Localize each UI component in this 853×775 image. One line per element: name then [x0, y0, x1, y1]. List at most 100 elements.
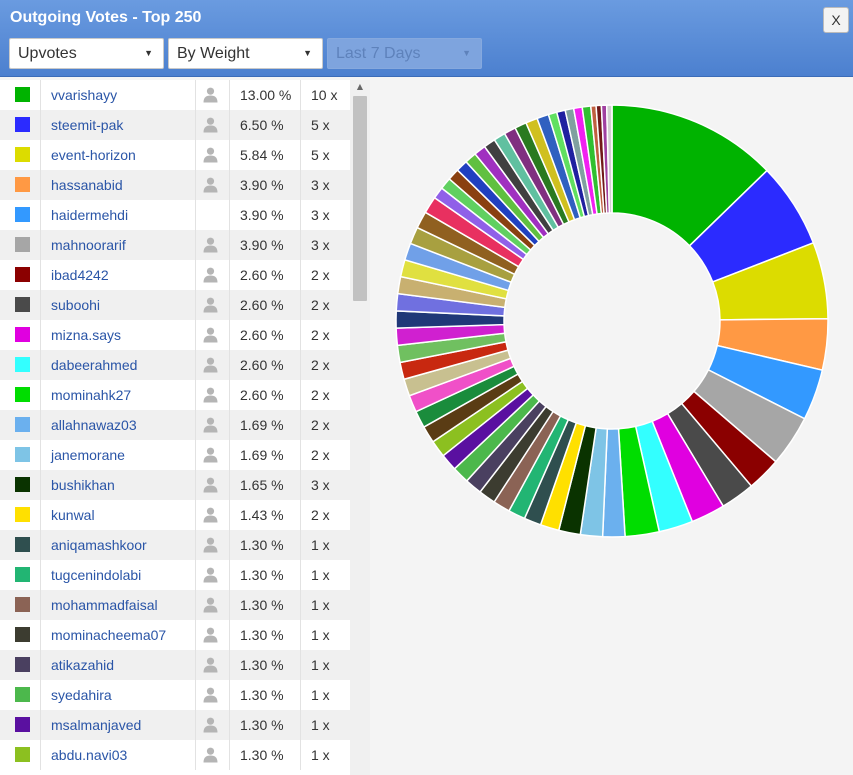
column-divider: [195, 320, 196, 350]
voter-name-link[interactable]: dabeerahmed: [51, 350, 137, 380]
user-icon[interactable]: [202, 746, 219, 763]
column-divider: [40, 740, 41, 770]
column-divider: [229, 200, 230, 230]
sort-select[interactable]: By Weight ▼: [168, 38, 323, 69]
voter-name-link[interactable]: abdu.navi03: [51, 740, 127, 770]
list-item: mohammadfaisal 1.30 % 1 x: [0, 590, 350, 620]
voter-name-link[interactable]: aniqamashkoor: [51, 530, 147, 560]
user-icon[interactable]: [202, 356, 219, 373]
column-divider: [300, 290, 301, 320]
color-swatch: [15, 567, 30, 582]
list-item: bushikhan 1.65 % 3 x: [0, 470, 350, 500]
column-divider: [40, 650, 41, 680]
user-icon[interactable]: [202, 686, 219, 703]
user-icon[interactable]: [202, 446, 219, 463]
column-divider: [229, 560, 230, 590]
column-divider: [300, 740, 301, 770]
color-swatch: [15, 627, 30, 642]
user-icon[interactable]: [202, 176, 219, 193]
column-divider: [40, 500, 41, 530]
voter-list-scrollbar[interactable]: ▲: [350, 80, 370, 775]
user-icon[interactable]: [202, 86, 219, 103]
user-icon[interactable]: [202, 476, 219, 493]
column-divider: [300, 680, 301, 710]
voter-name-link[interactable]: tugcenindolabi: [51, 560, 141, 590]
voter-name-link[interactable]: steemit-pak: [51, 110, 123, 140]
user-icon[interactable]: [202, 296, 219, 313]
voter-name-link[interactable]: atikazahid: [51, 650, 114, 680]
scrollbar-thumb[interactable]: [353, 96, 367, 301]
user-icon[interactable]: [202, 146, 219, 163]
column-divider: [40, 710, 41, 740]
user-icon[interactable]: [202, 656, 219, 673]
voter-name-link[interactable]: mominahk27: [51, 380, 131, 410]
voter-name-link[interactable]: mizna.says: [51, 320, 121, 350]
vote-percent: 5.84 %: [240, 147, 284, 163]
outgoing-votes-dialog: Outgoing Votes - Top 250 X Upvotes ▼ By …: [0, 0, 853, 775]
column-divider: [195, 620, 196, 650]
vote-count: 1 x: [311, 567, 330, 583]
voter-name-link[interactable]: allahnawaz03: [51, 410, 137, 440]
voter-name-link[interactable]: msalmanjaved: [51, 710, 141, 740]
user-icon[interactable]: [202, 416, 219, 433]
user-icon[interactable]: [202, 566, 219, 583]
column-divider: [195, 500, 196, 530]
voter-name-link[interactable]: syedahira: [51, 680, 112, 710]
user-icon[interactable]: [202, 266, 219, 283]
list-item: dabeerahmed 2.60 % 2 x: [0, 350, 350, 380]
color-swatch: [15, 207, 30, 222]
vote-percent: 3.90 %: [240, 177, 284, 193]
close-button[interactable]: X: [823, 7, 849, 33]
color-swatch: [15, 507, 30, 522]
column-divider: [300, 440, 301, 470]
user-icon[interactable]: [202, 386, 219, 403]
user-icon[interactable]: [202, 506, 219, 523]
user-icon[interactable]: [202, 596, 219, 613]
color-swatch: [15, 267, 30, 282]
vote-percent: 2.60 %: [240, 267, 284, 283]
column-divider: [195, 110, 196, 140]
column-divider: [40, 380, 41, 410]
voter-name-link[interactable]: kunwal: [51, 500, 95, 530]
column-divider: [195, 230, 196, 260]
column-divider: [195, 680, 196, 710]
voter-name-link[interactable]: event-horizon: [51, 140, 136, 170]
votes-donut-chart: [395, 104, 829, 538]
voter-name-link[interactable]: haidermehdi: [51, 200, 128, 230]
vote-percent: 1.69 %: [240, 447, 284, 463]
user-icon[interactable]: [202, 716, 219, 733]
color-swatch: [15, 387, 30, 402]
user-icon[interactable]: [202, 236, 219, 253]
user-icon[interactable]: [202, 116, 219, 133]
voter-name-link[interactable]: mohammadfaisal: [51, 590, 158, 620]
color-swatch: [15, 177, 30, 192]
vote-type-select[interactable]: Upvotes ▼: [9, 38, 164, 69]
user-icon[interactable]: [202, 626, 219, 643]
vote-count: 2 x: [311, 507, 330, 523]
column-divider: [195, 260, 196, 290]
column-divider: [195, 290, 196, 320]
voter-name-link[interactable]: mominacheema07: [51, 620, 166, 650]
voter-name-link[interactable]: janemorane: [51, 440, 125, 470]
voter-name-link[interactable]: bushikhan: [51, 470, 115, 500]
column-divider: [40, 680, 41, 710]
user-icon[interactable]: [202, 536, 219, 553]
column-divider: [229, 590, 230, 620]
color-swatch: [15, 147, 30, 162]
voter-name-link[interactable]: hassanabid: [51, 170, 123, 200]
user-icon[interactable]: [202, 326, 219, 343]
arrow-up-icon[interactable]: ▲: [350, 80, 370, 94]
vote-count: 3 x: [311, 477, 330, 493]
color-swatch: [15, 477, 30, 492]
voter-name-link[interactable]: mahnoorarif: [51, 230, 126, 260]
vote-percent: 1.43 %: [240, 507, 284, 523]
color-swatch: [15, 237, 30, 252]
column-divider: [300, 170, 301, 200]
voter-name-link[interactable]: ibad4242: [51, 260, 109, 290]
voter-list: vvarishayy 13.00 % 10 x steemit-pak 6.50 % 5 …: [0, 80, 350, 775]
column-divider: [229, 140, 230, 170]
voter-name-link[interactable]: vvarishayy: [51, 80, 117, 110]
voter-name-link[interactable]: suboohi: [51, 290, 100, 320]
column-divider: [195, 590, 196, 620]
column-divider: [300, 230, 301, 260]
